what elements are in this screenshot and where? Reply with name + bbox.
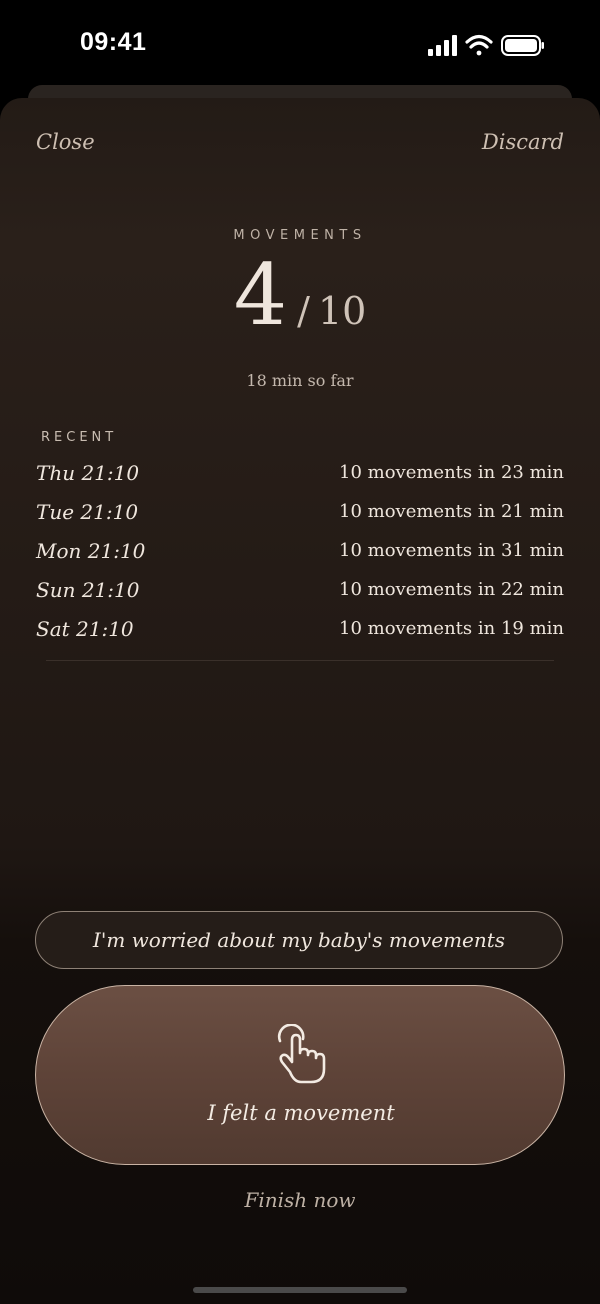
movement-count: 4/10 <box>0 246 600 344</box>
session-summary: 10 movements in 22 min <box>339 579 564 600</box>
close-button[interactable]: Close <box>36 130 95 154</box>
session-time: Tue 21:10 <box>36 499 139 524</box>
status-icons <box>428 34 544 56</box>
session-time: Thu 21:10 <box>36 460 140 485</box>
list-item: Sun 21:10 10 movements in 22 min <box>36 570 564 609</box>
recent-section-label: RECENT <box>41 430 118 445</box>
felt-movement-button[interactable]: I felt a movement <box>35 985 565 1165</box>
battery-icon <box>501 35 544 56</box>
movements-label: MOVEMENTS <box>233 228 367 243</box>
elapsed-time: 18 min so far <box>246 371 354 390</box>
status-bar: 09:41 <box>0 0 600 88</box>
worried-about-movements-button[interactable]: I'm worried about my baby's movements <box>35 911 563 969</box>
list-item: Thu 21:10 10 movements in 23 min <box>36 453 564 492</box>
current-count: 4 <box>233 246 288 344</box>
finish-now-button[interactable]: Finish now <box>0 1188 600 1212</box>
list-item: Mon 21:10 10 movements in 31 min <box>36 531 564 570</box>
count-separator: / <box>297 289 310 333</box>
recent-sessions-list: Thu 21:10 10 movements in 23 min Tue 21:… <box>36 453 564 648</box>
movement-counter-sheet: Close Discard MOVEMENTS 4/10 18 min so f… <box>0 98 600 1304</box>
session-time: Sun 21:10 <box>36 577 140 602</box>
home-indicator[interactable] <box>193 1287 407 1293</box>
wifi-icon <box>465 34 493 56</box>
session-summary: 10 movements in 21 min <box>339 501 564 522</box>
tap-hand-icon <box>277 1024 326 1084</box>
target-count: 10 <box>317 289 367 333</box>
session-summary: 10 movements in 31 min <box>339 540 564 561</box>
session-summary: 10 movements in 23 min <box>339 462 564 483</box>
divider <box>46 660 554 661</box>
session-time: Mon 21:10 <box>36 538 146 563</box>
session-summary: 10 movements in 19 min <box>339 618 564 639</box>
discard-button[interactable]: Discard <box>482 130 564 154</box>
cellular-signal-icon <box>428 35 457 56</box>
status-time: 09:41 <box>80 28 147 56</box>
session-time: Sat 21:10 <box>36 616 134 641</box>
list-item: Tue 21:10 10 movements in 21 min <box>36 492 564 531</box>
felt-movement-label: I felt a movement <box>207 1101 395 1125</box>
list-item: Sat 21:10 10 movements in 19 min <box>36 609 564 648</box>
